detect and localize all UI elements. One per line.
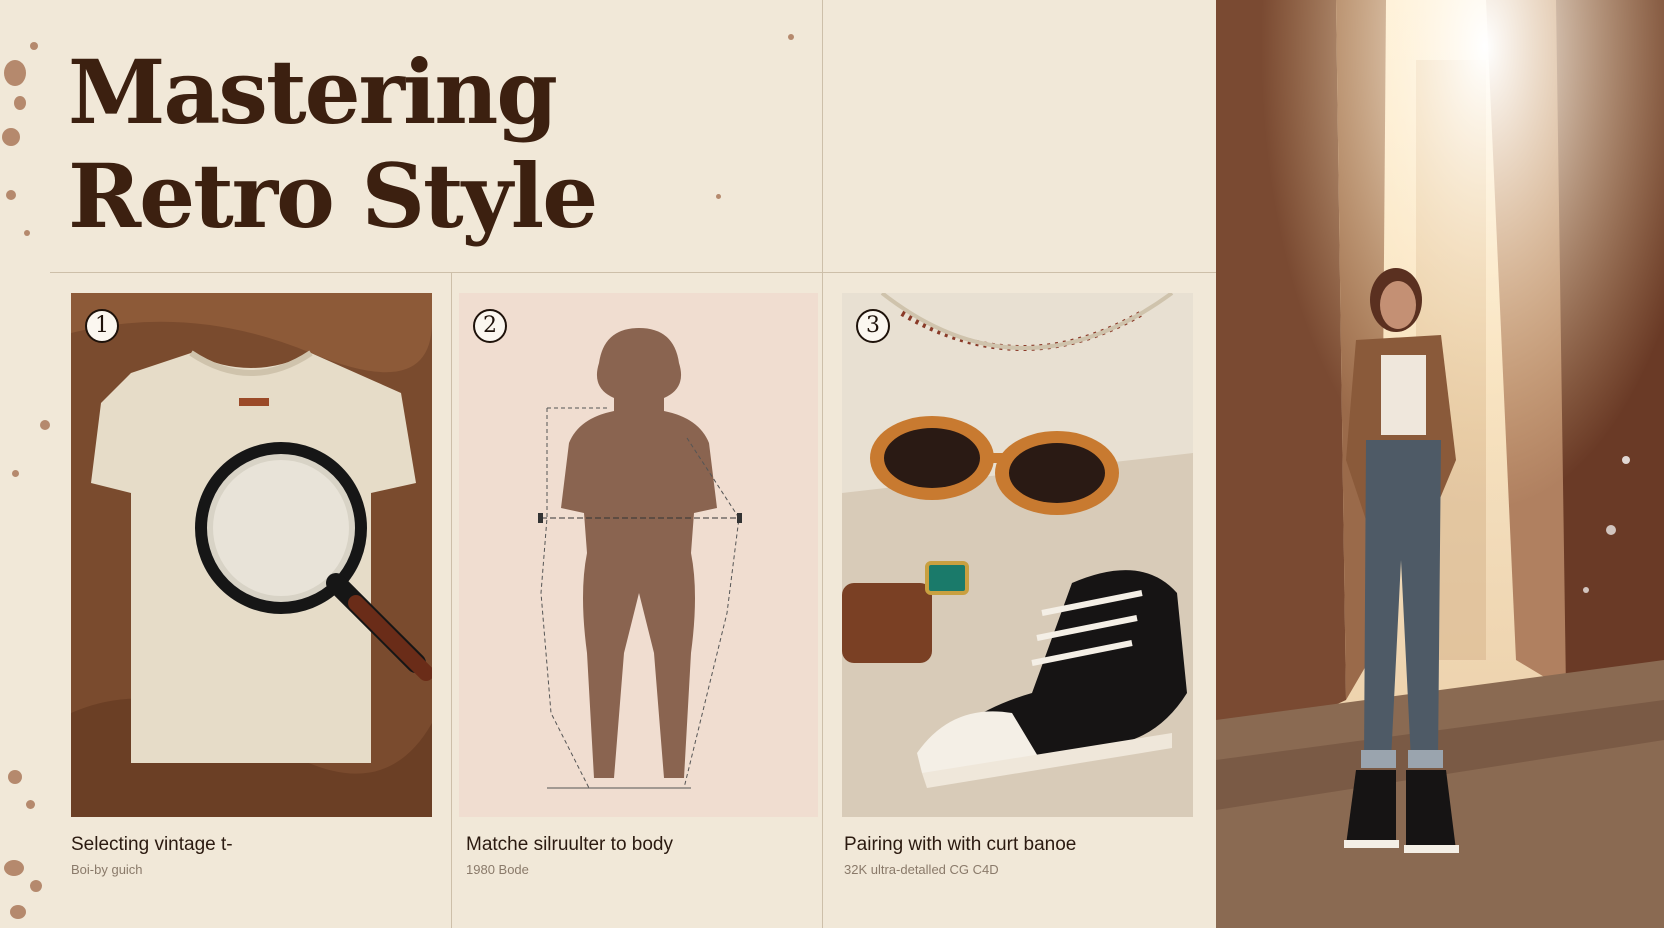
title-line-2: Retro Style (68, 144, 598, 248)
paint-speckle (30, 880, 42, 892)
divider (50, 272, 1216, 273)
step-2-subcaption: 1980 Bode (466, 862, 529, 877)
title-line-1: Mastering (68, 40, 558, 144)
slide: Mastering Retro Style 1 Selecting vintag… (0, 0, 1664, 928)
step-number-badge: 1 (85, 309, 119, 343)
paint-speckle (788, 34, 794, 40)
paint-speckle (30, 42, 38, 50)
divider (451, 272, 452, 928)
step-1-subcaption: Boi-by guich (71, 862, 143, 877)
paint-speckle (10, 905, 26, 919)
divider (822, 272, 823, 928)
tshirt-magnifier-image (71, 293, 432, 817)
paint-speckle (40, 420, 50, 430)
page-title: Mastering Retro Style (68, 40, 688, 248)
paint-speckle (716, 194, 721, 199)
step-number-badge: 3 (856, 309, 890, 343)
step-card-2: 2 (459, 293, 818, 817)
step-2-caption: Matche silruulter to body (466, 834, 673, 855)
step-1-caption: Selecting vintage t- (71, 834, 233, 855)
accessories-image (842, 293, 1193, 817)
paint-speckle (6, 190, 16, 200)
step-card-1: 1 (71, 293, 432, 817)
hero-photo (1216, 0, 1664, 928)
street-scene-image (1216, 0, 1664, 928)
paint-speckle (2, 128, 20, 146)
step-card-3: 3 (842, 293, 1193, 817)
paint-speckle (8, 770, 22, 784)
paint-speckle (4, 860, 24, 876)
paint-speckle (14, 96, 26, 110)
paint-speckle (12, 470, 19, 477)
step-3-caption: Pairing with with curt banoe (844, 834, 1077, 855)
step-3-subcaption: 32K ultra-detalled CG C4D (844, 862, 999, 877)
paint-speckle (24, 230, 30, 236)
left-panel: Mastering Retro Style 1 Selecting vintag… (0, 0, 1216, 928)
divider (822, 0, 823, 272)
paint-speckle (26, 800, 35, 809)
paint-speckle (4, 60, 26, 86)
step-number-badge: 2 (473, 309, 507, 343)
body-silhouette-image (459, 293, 818, 817)
